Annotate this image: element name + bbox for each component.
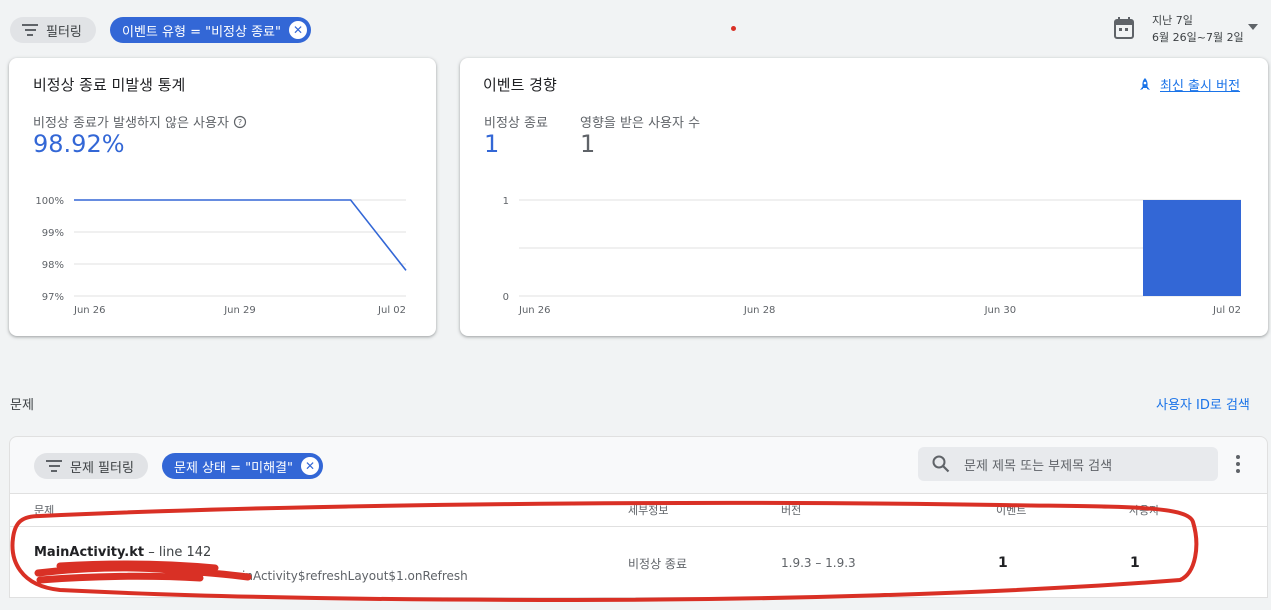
column-issue[interactable]: 문제: [34, 502, 54, 518]
crash-free-series-line: [74, 199, 407, 271]
date-range-picker[interactable]: [1113, 16, 1135, 44]
remove-chip-icon[interactable]: ✕: [300, 457, 319, 475]
issue-user-count: 1: [1130, 555, 1140, 571]
search-icon: [932, 455, 950, 473]
date-range-value: 6월 26일~7월 2일: [1152, 31, 1244, 44]
remove-chip-icon[interactable]: ✕: [288, 21, 307, 39]
x-tick-label: Jun 30: [984, 305, 1017, 316]
column-version[interactable]: 버전: [781, 502, 801, 518]
issue-subtitle: inActivity$refreshLayout$1.onRefresh: [242, 569, 468, 583]
event-type-filter-chip[interactable]: 이벤트 유형 = "비정상 종료" ✕: [110, 17, 311, 43]
filter-icon: [22, 24, 38, 36]
filter-button[interactable]: 필터링: [10, 17, 96, 43]
event-trend-card: 이벤트 경향 최신 출시 버전 비정상 종료 1 영향을 받은 사용자 수 1 …: [460, 58, 1268, 336]
column-events[interactable]: 이벤트: [996, 502, 1026, 518]
issue-title-line[interactable]: MainActivity.kt – line 142: [34, 545, 211, 560]
issue-filter-button[interactable]: 문제 필터링: [34, 453, 148, 479]
issue-search-field[interactable]: 문제 제목 또는 부제목 검색: [918, 447, 1218, 481]
calendar-icon: [1114, 17, 1134, 39]
status-dot: [731, 26, 736, 31]
table-header: 문제 세부정보 버전 이벤트 사용자: [10, 494, 1267, 527]
search-by-user-id-link[interactable]: 사용자 ID로 검색: [1156, 394, 1250, 413]
filter-icon: [46, 460, 62, 472]
issue-state-filter-chip[interactable]: 문제 상태 = "미해결" ✕: [162, 453, 323, 479]
issue-versions: 1.9.3 – 1.9.3: [781, 556, 856, 570]
event-bar: [1143, 200, 1241, 296]
y-tick-label: 100%: [35, 196, 64, 207]
x-tick-label: Jun 26: [73, 305, 106, 316]
date-range-title: 지난 7일: [1152, 14, 1193, 27]
column-users[interactable]: 사용자: [1129, 502, 1159, 518]
filter-label: 필터링: [46, 24, 82, 40]
issue-file-name: MainActivity.kt: [34, 545, 145, 560]
x-tick-label: Jun 29: [223, 305, 256, 316]
column-details[interactable]: 세부정보: [628, 502, 668, 518]
crash-free-line-chart: 100% 99% 98% 97% Jun 26 Jun 29 Jul 02: [35, 196, 407, 316]
issue-line-number: – line 142: [144, 545, 212, 560]
issue-filter-label: 문제 필터링: [70, 460, 134, 476]
more-options-icon[interactable]: [1236, 455, 1240, 473]
x-tick-label: Jun 28: [743, 305, 776, 316]
issue-event-count: 1: [998, 555, 1008, 571]
crash-free-stats-card: 비정상 종료 미발생 통계 비정상 종료가 발생하지 않은 사용자 ? 98.9…: [9, 58, 436, 336]
issue-state-chip-label: 문제 상태 = "미해결": [174, 460, 293, 476]
y-tick-label: 0: [503, 292, 509, 303]
y-tick-label: 99%: [42, 228, 64, 239]
table-row[interactable]: MainActivity.kt – line 142 inActivity$re…: [10, 527, 1267, 597]
y-tick-label: 97%: [42, 292, 64, 303]
issues-table: 문제 세부정보 버전 이벤트 사용자 MainActivity.kt – lin…: [10, 493, 1267, 597]
chevron-down-icon[interactable]: [1248, 24, 1258, 30]
y-tick-label: 98%: [42, 260, 64, 271]
y-tick-label: 1: [503, 196, 509, 207]
issue-details: 비정상 종료: [628, 557, 688, 571]
event-trend-bar-chart: 1 0 Jun 26 Jun 28 Jun 30 Jul 02: [503, 196, 1241, 316]
issues-panel: 문제 필터링 문제 상태 = "미해결" ✕ 문제 제목 또는 부제목 검색 문…: [9, 436, 1268, 598]
event-type-chip-label: 이벤트 유형 = "비정상 종료": [122, 24, 281, 40]
x-tick-label: Jun 26: [518, 305, 551, 316]
issues-heading: 문제: [10, 398, 34, 413]
search-placeholder: 문제 제목 또는 부제목 검색: [964, 458, 1113, 474]
x-tick-label: Jul 02: [1212, 305, 1241, 316]
x-tick-label: Jul 02: [377, 305, 406, 316]
